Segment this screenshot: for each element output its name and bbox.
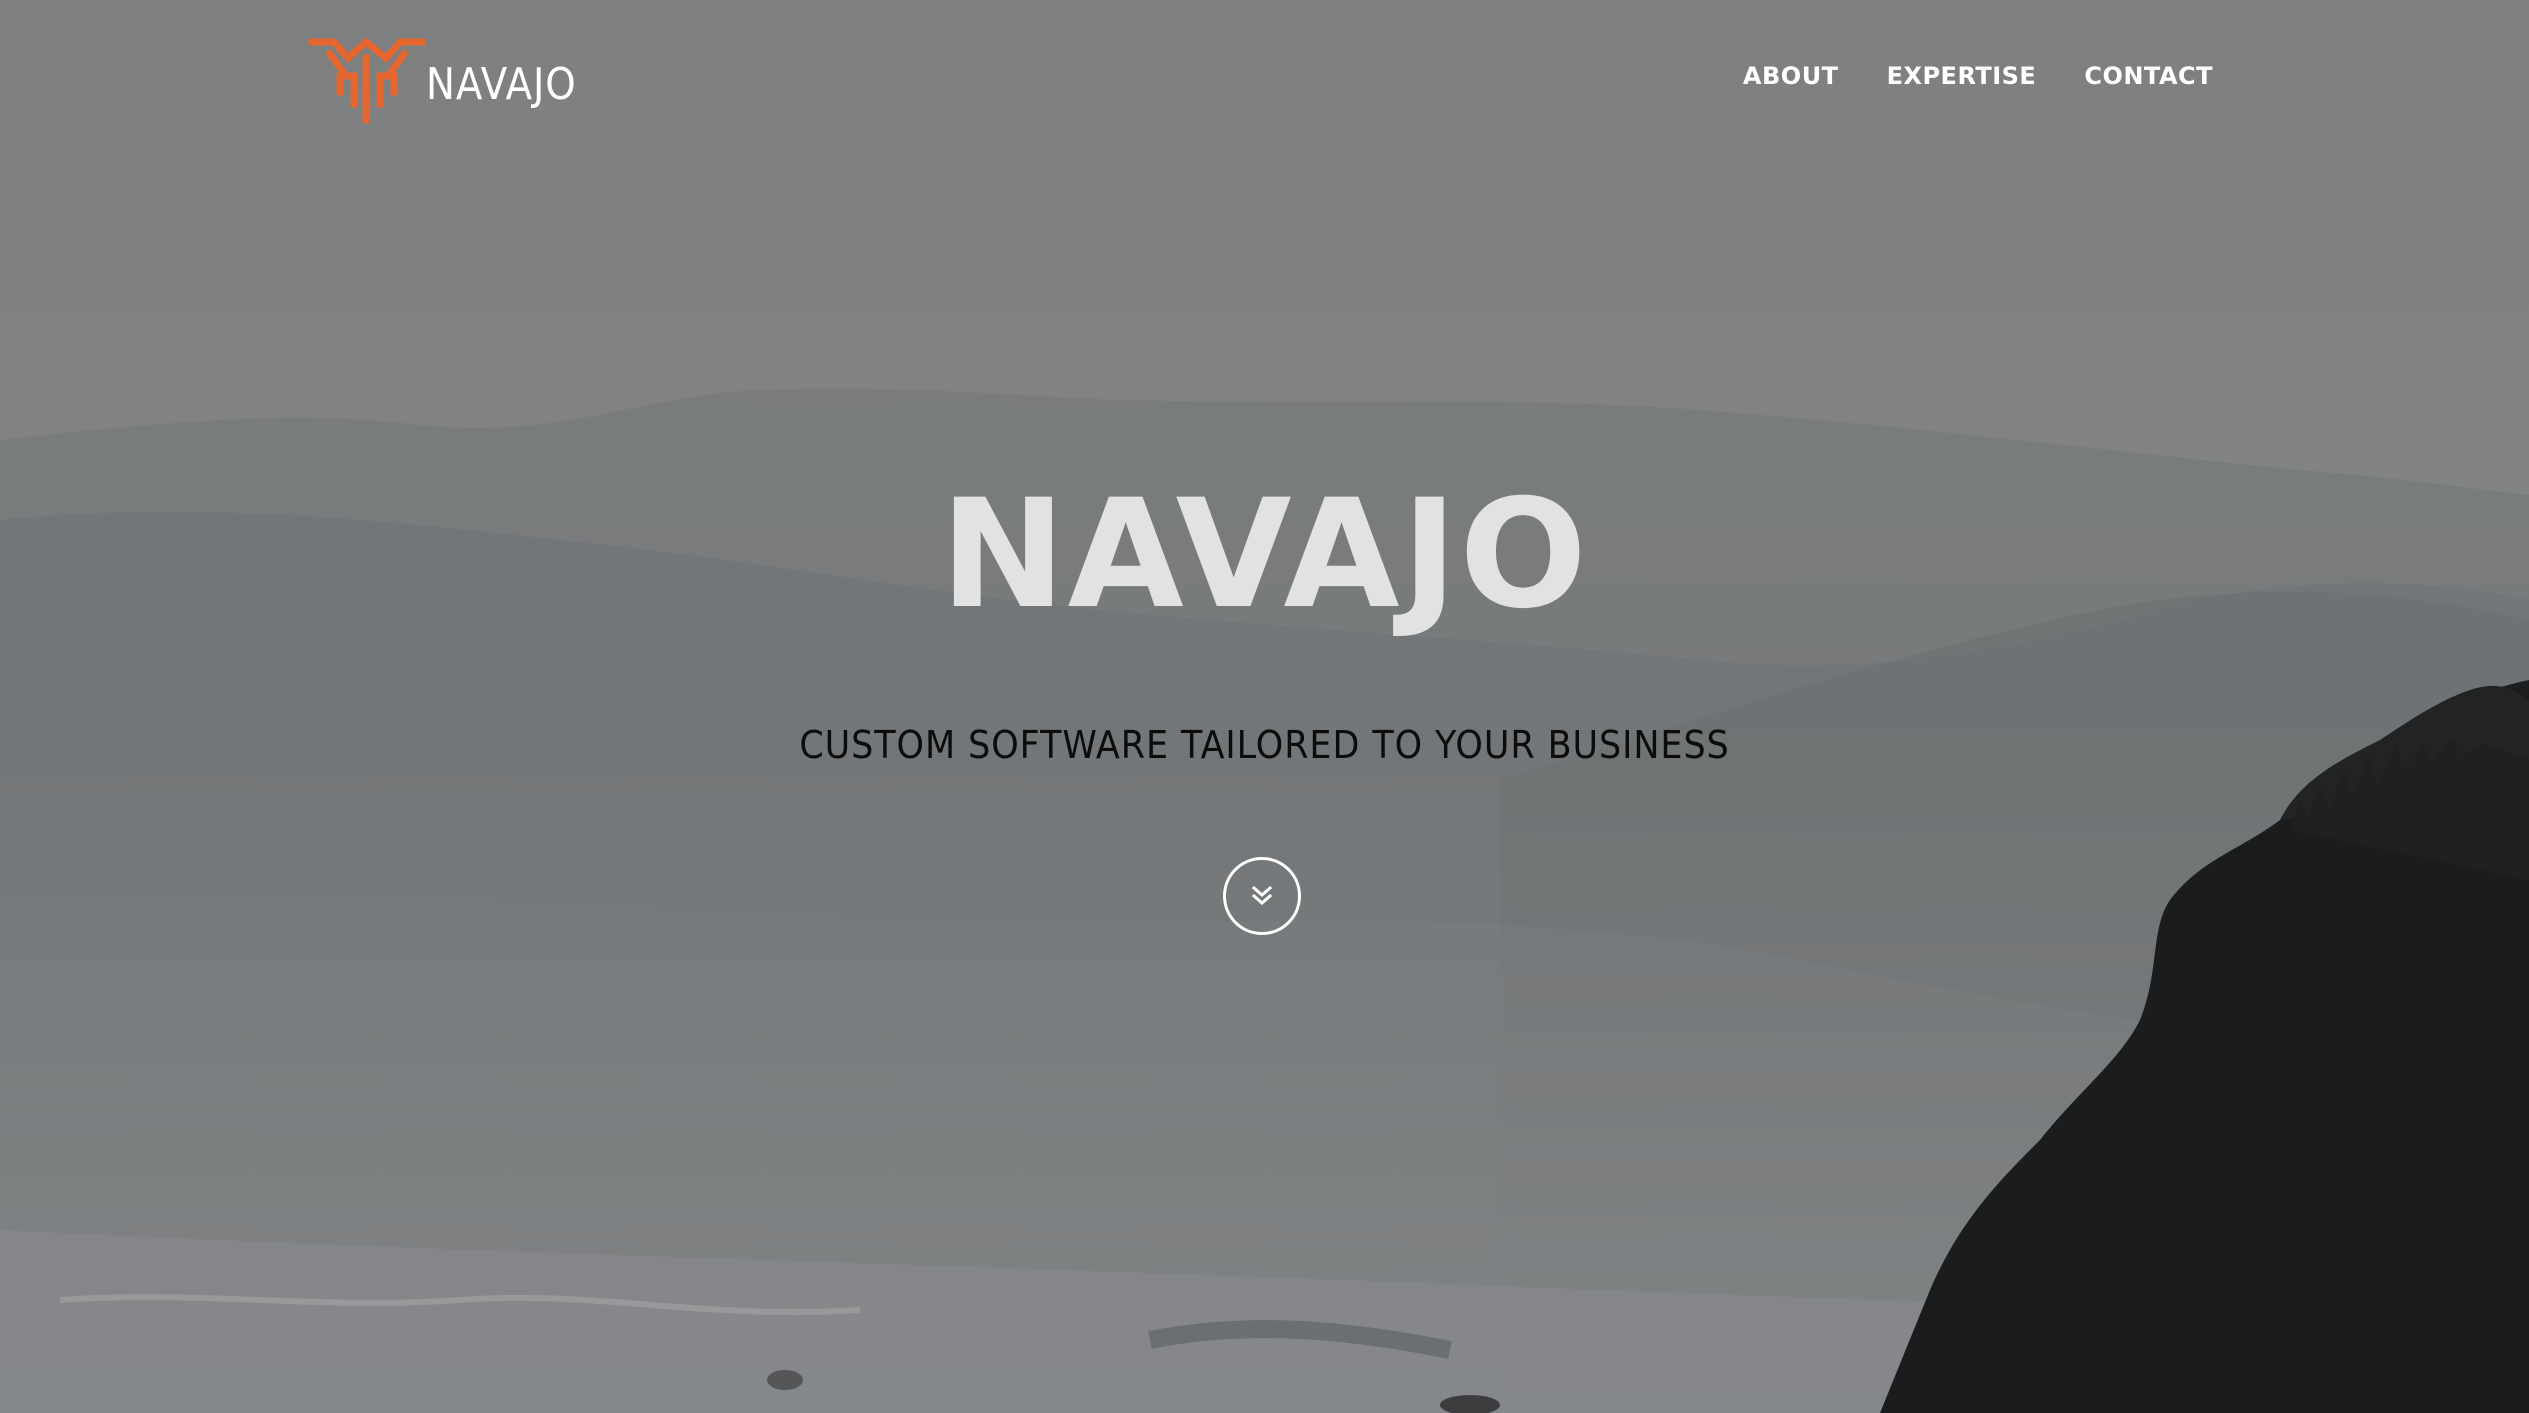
navajo-emblem-icon	[308, 37, 426, 124]
hero-tagline: CUSTOM SOFTWARE TAILORED TO YOUR BUSINES…	[799, 723, 1730, 767]
nav-link-about[interactable]: ABOUT	[1743, 62, 1839, 90]
hero-background	[0, 0, 2529, 1413]
landing-page: NAVAJO ABOUT EXPERTISE CONTACT NAVAJO CU…	[0, 0, 2529, 1413]
double-chevron-down-icon	[1251, 885, 1273, 905]
nav-link-expertise[interactable]: EXPERTISE	[1887, 62, 2037, 90]
hero-title: NAVAJO	[940, 468, 1589, 642]
nav-link-contact[interactable]: CONTACT	[2084, 62, 2213, 90]
nav-item-about: ABOUT	[1743, 62, 1839, 90]
site-header: NAVAJO ABOUT EXPERTISE CONTACT	[0, 0, 2529, 170]
brand-name: NAVAJO	[426, 58, 577, 110]
brand-logo[interactable]: NAVAJO	[308, 36, 597, 126]
nav-item-expertise: EXPERTISE	[1887, 62, 2037, 90]
main-navigation: ABOUT EXPERTISE CONTACT	[1743, 62, 2213, 90]
scroll-down-button[interactable]	[1223, 857, 1301, 935]
nav-item-contact: CONTACT	[2084, 62, 2213, 90]
